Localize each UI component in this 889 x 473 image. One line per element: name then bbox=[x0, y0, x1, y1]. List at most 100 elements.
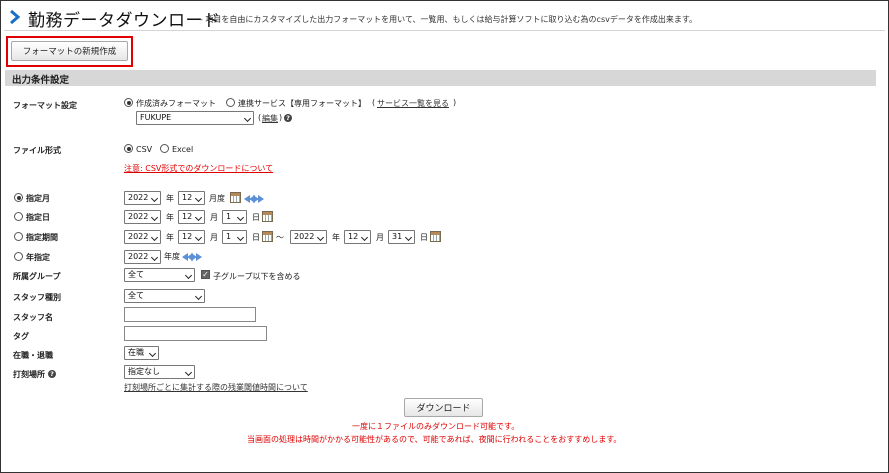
range-from-month-value: 12 bbox=[182, 232, 193, 241]
chevron-down-icon bbox=[150, 233, 159, 242]
staff-type-value: 全て bbox=[128, 291, 144, 300]
punch-place-label: 打刻場所 bbox=[13, 370, 45, 379]
range-from-day-select[interactable]: 1 bbox=[222, 230, 247, 244]
file-type-label: ファイル形式 bbox=[13, 146, 61, 155]
day-label: 指定日 bbox=[26, 213, 50, 222]
created-format-label: 作成済みフォーマット bbox=[136, 99, 216, 108]
range-from-month-unit: 月 bbox=[210, 233, 218, 242]
day-day-select[interactable]: 1 bbox=[222, 210, 247, 224]
staff-type-select[interactable]: 全て bbox=[124, 289, 205, 303]
radio-year[interactable] bbox=[14, 252, 23, 261]
calendar-icon[interactable] bbox=[430, 231, 441, 242]
chevron-down-icon bbox=[236, 213, 245, 222]
day-day-unit: 日 bbox=[252, 213, 260, 222]
year-label: 年指定 bbox=[26, 253, 50, 262]
range-to-year-unit: 年 bbox=[332, 233, 340, 242]
paren-open: ( bbox=[372, 98, 376, 107]
punch-place-link[interactable]: 打刻場所ごとに集計する際の残業閾値時間について bbox=[124, 382, 308, 393]
page-title: 勤務データダウンロード bbox=[28, 11, 221, 31]
include-subgroup-label: 子グループ以下を含める bbox=[213, 272, 301, 281]
calendar-icon[interactable] bbox=[262, 211, 273, 222]
radio-service-format[interactable] bbox=[226, 98, 235, 107]
range-from-year-select[interactable]: 2022 bbox=[124, 230, 161, 244]
month-month-select[interactable]: 12 bbox=[178, 191, 205, 205]
employment-value: 在職 bbox=[128, 348, 144, 357]
day-year-value: 2022 bbox=[128, 212, 149, 221]
chevron-down-icon bbox=[360, 233, 369, 242]
paren-close: ) bbox=[453, 98, 457, 107]
radio-created-format[interactable] bbox=[124, 98, 133, 107]
include-subgroup-checkbox[interactable]: ✓ bbox=[201, 270, 210, 279]
chevron-down-icon bbox=[184, 368, 193, 377]
day-month-unit: 月 bbox=[210, 213, 218, 222]
range-to-year-value: 2022 bbox=[294, 232, 315, 241]
header-divider bbox=[4, 30, 885, 31]
range-to-month-select[interactable]: 12 bbox=[344, 230, 371, 244]
day-year-unit: 年 bbox=[166, 213, 174, 222]
new-format-button[interactable]: フォーマットの新規作成 bbox=[11, 41, 128, 61]
fiscal-year-unit: 年度 bbox=[164, 252, 180, 261]
calendar-icon[interactable] bbox=[262, 231, 273, 242]
range-to-day-select[interactable]: 31 bbox=[388, 230, 415, 244]
staff-name-label: スタッフ名 bbox=[13, 313, 53, 322]
month-label: 指定月 bbox=[26, 194, 50, 203]
service-format-label: 連携サービス【専用フォーマット】 bbox=[238, 99, 366, 108]
punch-place-select[interactable]: 指定なし bbox=[124, 365, 195, 379]
range-from-year-value: 2022 bbox=[128, 232, 149, 241]
help-icon[interactable]: ? bbox=[48, 370, 56, 378]
radio-excel[interactable] bbox=[160, 144, 169, 153]
month-year-value: 2022 bbox=[128, 193, 149, 202]
year-select[interactable]: 2022 bbox=[124, 250, 161, 264]
prev-next-arrows-icon[interactable] bbox=[182, 253, 202, 261]
chevron-down-icon bbox=[236, 233, 245, 242]
chevron-right-icon bbox=[10, 10, 20, 24]
service-list-link[interactable]: サービス一覧を見る bbox=[377, 98, 449, 109]
paren-close-edit: ) bbox=[279, 113, 283, 122]
download-button[interactable]: ダウンロード bbox=[404, 398, 483, 417]
day-month-select[interactable]: 12 bbox=[178, 210, 205, 224]
chevron-down-icon bbox=[184, 271, 193, 280]
range-from-day-unit: 日 bbox=[252, 233, 260, 242]
staff-name-input[interactable] bbox=[124, 307, 256, 322]
notice-night-processing: 当画面の処理は時間がかかる可能性があるので、可能であれば、夜間に行われることをお… bbox=[247, 435, 622, 444]
chevron-down-icon bbox=[243, 114, 252, 123]
excel-label: Excel bbox=[172, 145, 194, 154]
chevron-down-icon bbox=[404, 233, 413, 242]
chevron-down-icon bbox=[194, 194, 203, 203]
day-month-value: 12 bbox=[182, 212, 193, 221]
edit-link[interactable]: 編集 bbox=[262, 113, 278, 124]
radio-range[interactable] bbox=[14, 232, 23, 241]
range-to-day-value: 31 bbox=[392, 232, 403, 241]
section-header-bar bbox=[5, 70, 876, 86]
tag-label: タグ bbox=[13, 332, 29, 341]
tag-input[interactable] bbox=[124, 326, 267, 341]
csv-label: CSV bbox=[136, 145, 153, 154]
radio-csv[interactable] bbox=[124, 144, 133, 153]
group-select[interactable]: 全て bbox=[124, 268, 195, 282]
chevron-down-icon bbox=[194, 292, 203, 301]
help-icon[interactable]: ? bbox=[284, 114, 292, 122]
range-from-month-select[interactable]: 12 bbox=[178, 230, 205, 244]
range-to-year-select[interactable]: 2022 bbox=[290, 230, 327, 244]
day-year-select[interactable]: 2022 bbox=[124, 210, 161, 224]
format-select[interactable]: FUKUPE bbox=[136, 111, 254, 125]
employment-select[interactable]: 在職 bbox=[124, 346, 159, 360]
group-label: 所属グループ bbox=[13, 272, 61, 281]
prev-next-arrows-icon[interactable] bbox=[244, 195, 264, 203]
year-unit: 年 bbox=[166, 194, 174, 203]
radio-month[interactable] bbox=[14, 193, 23, 202]
range-label: 指定期間 bbox=[26, 233, 58, 242]
format-select-value: FUKUPE bbox=[140, 113, 172, 122]
csv-note-link[interactable]: 注意: CSV形式でのダウンロードについて bbox=[124, 163, 273, 174]
range-to-month-value: 12 bbox=[348, 232, 359, 241]
notice-one-file: 一度に１ファイルのみダウンロード可能です。 bbox=[352, 422, 520, 431]
chevron-down-icon bbox=[148, 349, 157, 358]
calendar-icon[interactable] bbox=[230, 192, 241, 203]
group-value: 全て bbox=[128, 270, 144, 279]
radio-day[interactable] bbox=[14, 212, 23, 221]
month-unit: 月度 bbox=[209, 194, 225, 203]
range-tilde: 〜 bbox=[276, 233, 284, 242]
staff-type-label: スタッフ種別 bbox=[13, 293, 61, 302]
month-year-select[interactable]: 2022 bbox=[124, 191, 161, 205]
day-day-value: 1 bbox=[226, 212, 232, 221]
